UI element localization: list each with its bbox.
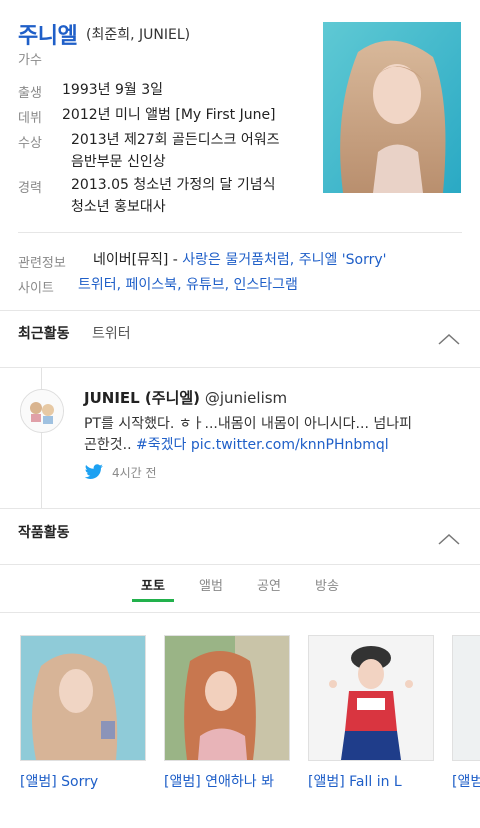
photo-caption-1[interactable]: [앨범] Sorry bbox=[20, 771, 146, 791]
section-divider bbox=[0, 612, 480, 613]
divider bbox=[18, 232, 462, 233]
tab-broadcast[interactable]: 방송 bbox=[306, 575, 348, 594]
chevron-up-icon bbox=[438, 533, 460, 545]
twitter-bird-icon bbox=[84, 464, 104, 484]
birth-value: 1993년 9월 3일 bbox=[62, 82, 163, 98]
related-links: 네이버[뮤직] - 사랑은 물거품처럼, 주니엘 'Sorry' bbox=[93, 249, 386, 269]
photo-thumb-4[interactable] bbox=[452, 635, 480, 761]
photo-caption-4[interactable]: [앨범] bbox=[452, 771, 480, 791]
tab-photo[interactable]: 포토 bbox=[132, 575, 174, 594]
site-link-twitter[interactable]: 트위터 bbox=[78, 277, 117, 293]
photo-caption-2[interactable]: [앨범] 연애하나 봐 bbox=[164, 771, 290, 791]
artist-alt-name: (최준희, JUNIEL) bbox=[86, 27, 191, 43]
section-divider bbox=[0, 367, 480, 368]
related-separator: , bbox=[289, 252, 299, 268]
avatar[interactable] bbox=[20, 389, 64, 433]
related-prefix: 네이버[뮤직] - bbox=[93, 252, 183, 268]
related-link-2[interactable]: 주니엘 'Sorry' bbox=[299, 252, 387, 268]
photo-thumb-1[interactable] bbox=[20, 635, 146, 761]
twitter-icon bbox=[84, 464, 103, 479]
photo-thumb-2[interactable] bbox=[164, 635, 290, 761]
birth-label: 출생 bbox=[18, 86, 42, 101]
tweet-text: PT를 시작했다. ㅎㅏ...내몸이 내몸이 아니시다... 넘나피 곤한것..… bbox=[84, 414, 412, 456]
site-separator: , bbox=[224, 277, 234, 293]
award-label: 수상 bbox=[18, 136, 42, 151]
photo-thumb-3[interactable] bbox=[308, 635, 434, 761]
works-section-title: 작품활동 bbox=[18, 525, 70, 541]
tweet-link[interactable]: #죽겠다 pic.twitter.com/knnPHnbmql bbox=[136, 437, 389, 453]
related-label: 관련정보 bbox=[18, 256, 66, 271]
photo-thumb-image bbox=[165, 636, 289, 760]
photo-caption-3[interactable]: [앨범] Fall in L bbox=[308, 771, 434, 791]
site-link-instagram[interactable]: 인스타그램 bbox=[234, 277, 298, 293]
career-value: 2013.05 청소년 가정의 달 기념식 청소년 홍보대사 bbox=[71, 174, 276, 218]
recent-section-title: 최근활동 bbox=[18, 326, 70, 342]
section-divider bbox=[0, 564, 480, 565]
artist-occupation: 가수 bbox=[18, 53, 42, 68]
tweet-text-line2: 곤한것.. #죽겠다 pic.twitter.com/knnPHnbmql bbox=[84, 435, 412, 456]
tweet-user[interactable]: JUNIEL (주니엘) bbox=[84, 389, 200, 407]
sites-label: 사이트 bbox=[18, 281, 54, 296]
career-value-line2: 청소년 홍보대사 bbox=[71, 199, 166, 215]
recent-tab-twitter[interactable]: 트위터 bbox=[92, 323, 131, 343]
section-divider bbox=[0, 310, 480, 311]
active-tab-underline bbox=[132, 599, 174, 602]
site-link-youtube[interactable]: 유튜브 bbox=[186, 277, 225, 293]
photo-thumb-image bbox=[21, 636, 145, 760]
tab-album[interactable]: 앨범 bbox=[190, 575, 232, 594]
profile-photo-image bbox=[323, 22, 461, 193]
photo-thumb-image bbox=[453, 636, 480, 760]
debut-value: 2012년 미니 앨범 [My First June] bbox=[62, 107, 276, 123]
site-separator: , bbox=[116, 277, 126, 293]
site-links: 트위터, 페이스북, 유튜브, 인스타그램 bbox=[78, 274, 298, 294]
award-value-line2: 음반부문 신인상 bbox=[71, 154, 166, 170]
photo-thumb-image bbox=[309, 636, 433, 760]
debut-label: 데뷔 bbox=[18, 111, 42, 126]
site-link-facebook[interactable]: 페이스북 bbox=[126, 277, 178, 293]
award-value-line1: 2013년 제27회 골든디스크 어워즈 bbox=[71, 132, 280, 148]
profile-photo[interactable] bbox=[323, 22, 461, 193]
artist-name[interactable]: 주니엘 bbox=[18, 18, 78, 50]
chevron-up-icon bbox=[438, 333, 460, 345]
career-label: 경력 bbox=[18, 181, 42, 196]
section-divider bbox=[0, 508, 480, 509]
tweet-author: JUNIEL (주니엘) @junielism bbox=[84, 387, 287, 408]
tweet-text-line1: PT를 시작했다. ㅎㅏ...내몸이 내몸이 아니시다... 넘나피 bbox=[84, 416, 412, 432]
related-link-1[interactable]: 사랑은 물거품처럼 bbox=[182, 252, 290, 268]
tweet-time: 4시간 전 bbox=[112, 466, 157, 480]
tweet-text-plain: 곤한것.. bbox=[84, 437, 136, 453]
avatar-image bbox=[21, 390, 63, 432]
tab-concert[interactable]: 공연 bbox=[248, 575, 290, 594]
collapse-recent-button[interactable] bbox=[438, 330, 460, 349]
tweet-handle[interactable]: @junielism bbox=[205, 389, 287, 407]
collapse-works-button[interactable] bbox=[438, 530, 460, 549]
career-value-line1: 2013.05 청소년 가정의 달 기념식 bbox=[71, 177, 276, 193]
site-separator: , bbox=[177, 277, 186, 293]
award-value: 2013년 제27회 골든디스크 어워즈 음반부문 신인상 bbox=[71, 129, 279, 173]
